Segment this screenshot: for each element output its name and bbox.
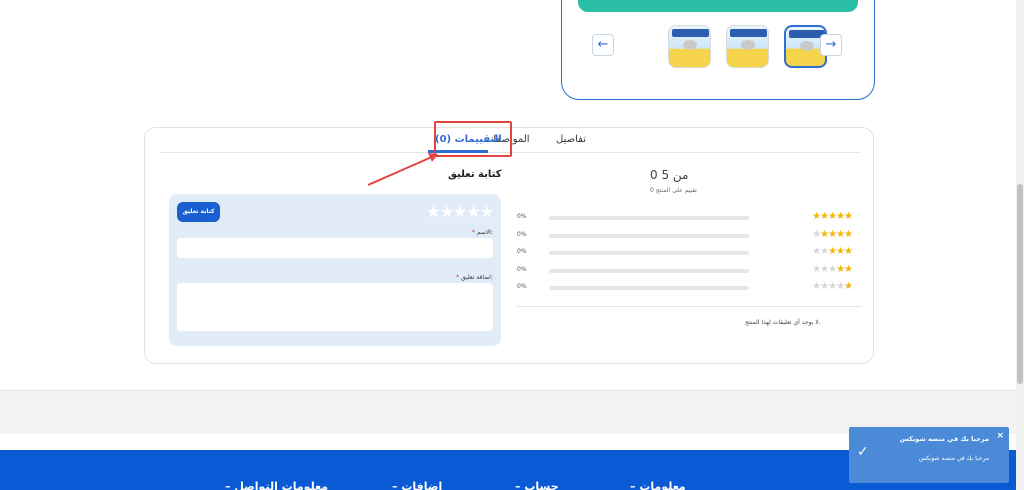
name-input[interactable]: [177, 238, 493, 258]
rating-percent: 0%: [517, 231, 527, 238]
product-tabs: تفاصيل المواصفات التقييمات (0): [160, 121, 860, 186]
gallery-next-button[interactable]: →: [820, 34, 842, 56]
gallery-thumbnail[interactable]: [668, 25, 711, 68]
rating-stars-icon: ★★★★★: [812, 211, 853, 222]
tab-details[interactable]: تفاصيل: [556, 134, 586, 145]
rating-stars-icon: ★★★★★: [812, 246, 853, 257]
no-comments-text: لا يوجد أي تعليقات لهذا المنتج.: [745, 319, 821, 326]
name-label: * الاسم:: [471, 229, 493, 236]
rating-percent: 0%: [517, 266, 527, 273]
footer-heading-contact: – معلومات التواصل: [225, 480, 329, 490]
main-product-image: [578, 0, 858, 12]
comment-form: كتابة تعليق ★★★★★ * الاسم: * اضافة تعليق…: [169, 194, 501, 346]
rating-bar: [549, 216, 749, 220]
rating-bar: [549, 251, 749, 255]
submit-comment-button[interactable]: كتابة تعليق: [177, 202, 220, 222]
rating-bar: [549, 286, 749, 290]
rating-bar: [549, 234, 749, 238]
rating-score: 0 من 5: [650, 168, 689, 182]
footer-heading-extras: – إضافات: [392, 480, 443, 490]
annotation-arrow: [367, 153, 438, 186]
rating-row-3: 0% ★★★★★: [517, 246, 853, 258]
welcome-toast: × مرحبا بك في منصه شوبكس مرحبا بك في منص…: [849, 427, 1009, 483]
toast-message: مرحبا بك في منصه شوبكس: [918, 455, 989, 462]
rating-stars-icon: ★★★★★: [812, 229, 853, 240]
toast-title: مرحبا بك في منصه شوبكس: [899, 435, 989, 443]
close-icon[interactable]: ×: [996, 431, 1004, 441]
rating-percent: 0%: [517, 248, 527, 255]
footer-heading-account: – حساب: [515, 480, 559, 490]
rating-bar: [549, 269, 749, 273]
comment-textarea[interactable]: [177, 283, 493, 331]
scrollbar-thumb[interactable]: [1017, 184, 1023, 384]
gallery-thumbnail[interactable]: [726, 25, 769, 68]
rating-row-4: 0% ★★★★★: [517, 229, 853, 241]
rating-row-1: 0% ★★★★★: [517, 281, 853, 293]
rating-stars-icon: ★★★★★: [812, 281, 853, 292]
rating-row-2: 0% ★★★★★: [517, 264, 853, 276]
rating-row-5: 0% ★★★★★: [517, 211, 853, 223]
rating-input-stars-icon[interactable]: ★★★★★: [426, 202, 494, 221]
rating-percent: 0%: [517, 213, 527, 220]
page-scrollbar[interactable]: [1016, 0, 1024, 490]
gallery-prev-button[interactable]: ←: [592, 34, 614, 56]
check-icon: ✓: [857, 444, 869, 460]
summary-divider: [517, 306, 862, 307]
rating-percent: 0%: [517, 283, 527, 290]
rating-count: 0 تقييم على المنتج: [650, 187, 697, 194]
comment-label: * اضافة تعليق:: [456, 274, 493, 281]
product-gallery: ← →: [561, 0, 875, 100]
rating-stars-icon: ★★★★★: [812, 264, 853, 275]
comment-form-title: كتابة تعليق: [448, 169, 502, 180]
footer-heading-info: – معلومات: [630, 480, 686, 490]
reviews-card: تفاصيل المواصفات التقييمات (0) 0 من 5 0 …: [144, 121, 874, 364]
page: ← → تفاصيل المواصفات التقييمات (0) 0 من …: [0, 0, 1024, 490]
